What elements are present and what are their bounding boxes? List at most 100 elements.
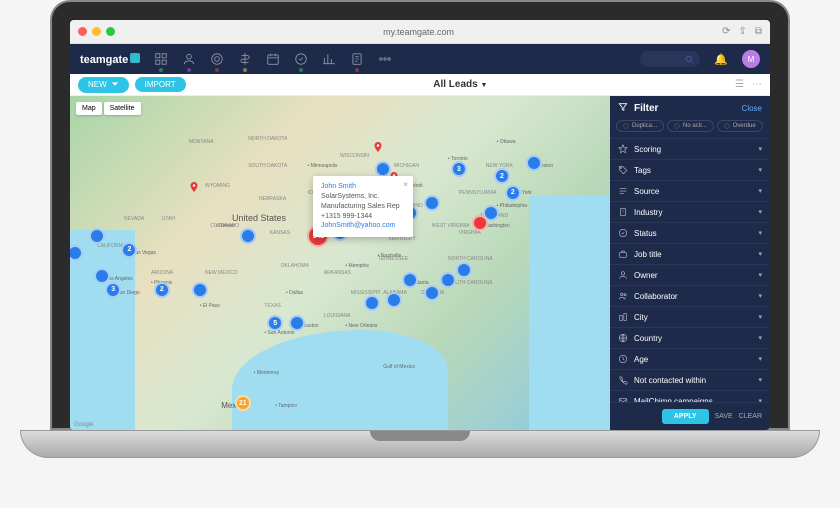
map-cluster-pin[interactable]: 2: [154, 282, 170, 298]
star-icon: [618, 144, 628, 154]
map-canvas[interactable]: Map Satellite United States Mexico Gulf …: [70, 96, 610, 430]
map-cluster-pin[interactable]: 3: [105, 282, 121, 298]
reload-icon[interactable]: ⟳: [722, 26, 730, 37]
new-button[interactable]: NEW: [78, 77, 129, 93]
user-icon: [618, 270, 628, 280]
nav-dashboard-icon[interactable]: [154, 52, 168, 66]
filter-item-owner[interactable]: Owner▾: [610, 264, 770, 285]
search-input[interactable]: [640, 51, 700, 67]
maximize-window-icon[interactable]: [106, 27, 115, 36]
map-cluster-pin[interactable]: [424, 195, 440, 211]
filter-item-not-contacted-within[interactable]: Not contacted within▾: [610, 369, 770, 390]
view-title[interactable]: All Leads ▼: [186, 79, 735, 90]
tabs-icon[interactable]: ⧉: [755, 26, 762, 37]
filter-item-label: Collaborator: [634, 292, 752, 301]
filter-item-scoring[interactable]: Scoring ▾: [610, 138, 770, 159]
close-window-icon[interactable]: [78, 27, 87, 36]
filter-item-label: City: [634, 313, 752, 322]
list-view-icon[interactable]: ☰: [735, 79, 744, 90]
lead-phone: +1315 999-1344: [321, 212, 405, 222]
state-label: NORTH DAKOTA: [248, 136, 287, 142]
map-cluster-pin[interactable]: [440, 272, 456, 288]
mail-icon: [618, 396, 628, 402]
filter-item-age[interactable]: Age▾: [610, 348, 770, 369]
map-cluster-pin[interactable]: [402, 272, 418, 288]
apply-button[interactable]: APPLY: [662, 409, 709, 424]
nav-more-icon[interactable]: [378, 52, 392, 66]
map-cluster-pin[interactable]: [472, 215, 488, 231]
nav-calendar-icon[interactable]: [266, 52, 280, 66]
nav-deals-icon[interactable]: [238, 52, 252, 66]
filter-item-status[interactable]: Status▾: [610, 222, 770, 243]
state-label: ARIZONA: [151, 270, 173, 276]
save-button[interactable]: SAVE: [715, 413, 733, 420]
filter-item-tags[interactable]: Tags▾: [610, 159, 770, 180]
filter-item-country[interactable]: Country▾: [610, 327, 770, 348]
map-cluster-pin[interactable]: 21: [235, 395, 251, 411]
state-label: WISCONSIN: [340, 153, 369, 159]
clear-button[interactable]: CLEAR: [739, 413, 762, 420]
filter-item-source[interactable]: Source▾: [610, 180, 770, 201]
building-icon: [618, 207, 628, 217]
filter-close-link[interactable]: Close: [742, 104, 762, 113]
user-avatar[interactable]: M: [742, 50, 760, 68]
lead-infobox[interactable]: ×John SmithSolarSystems, Inc.Manufacturi…: [313, 176, 413, 237]
map-cluster-pin[interactable]: [89, 228, 105, 244]
chevron-down-icon: ▾: [758, 250, 762, 258]
map-cluster-pin[interactable]: [456, 262, 472, 278]
map-cluster-pin[interactable]: 2: [505, 185, 521, 201]
map-marker-icon[interactable]: [188, 178, 200, 196]
minimize-window-icon[interactable]: [92, 27, 101, 36]
close-icon[interactable]: ×: [403, 179, 408, 190]
filter-panel: Filter Close Duplica...No acti...Overdue…: [610, 96, 770, 430]
map-cluster-pin[interactable]: 2: [121, 242, 137, 258]
map-cluster-pin[interactable]: 2: [494, 168, 510, 184]
address-bar[interactable]: my.teamgate.com: [120, 27, 717, 37]
filter-item-mailchimp-campaigns[interactable]: MailChimp campaigns▾: [610, 390, 770, 402]
city-label: • Philadelphia: [497, 203, 527, 209]
filter-item-industry[interactable]: Industry▾: [610, 201, 770, 222]
filter-item-label: Owner: [634, 271, 752, 280]
filter-item-city[interactable]: City ▾: [610, 306, 770, 327]
notifications-icon[interactable]: 🔔: [714, 53, 728, 66]
state-label: KENTUCKY: [389, 236, 416, 242]
import-button[interactable]: IMPORT: [135, 77, 186, 92]
map-cluster-pin[interactable]: [526, 155, 542, 171]
more-options-icon[interactable]: ⋯: [752, 79, 762, 90]
lead-company: SolarSystems, Inc.: [321, 192, 405, 202]
map-marker-icon[interactable]: [372, 138, 384, 156]
chevron-down-icon: ▾: [758, 292, 762, 300]
gulf-label: Gulf of Mexico: [383, 364, 415, 370]
map-cluster-pin[interactable]: [240, 228, 256, 244]
chevron-down-icon: ▾: [758, 313, 762, 321]
map-cluster-pin[interactable]: [424, 285, 440, 301]
lead-email[interactable]: JohnSmith@yahoo.com: [321, 221, 405, 231]
state-label: MISSISSIPPI: [351, 290, 381, 296]
nav-reports-icon[interactable]: [350, 52, 364, 66]
filter-chip[interactable]: No acti...: [667, 120, 714, 132]
filter-item-collaborator[interactable]: Collaborator ▾: [610, 285, 770, 306]
filter-item-label: Scoring: [634, 145, 752, 154]
brand-logo[interactable]: teamgate: [80, 53, 140, 66]
nav-chart-icon[interactable]: [322, 52, 336, 66]
chevron-down-icon: ▾: [758, 145, 762, 153]
map-cluster-pin[interactable]: [364, 295, 380, 311]
filter-chip[interactable]: Duplica...: [616, 120, 664, 132]
filter-item-job-title[interactable]: Job title▾: [610, 243, 770, 264]
sub-toolbar: NEW IMPORT All Leads ▼ ☰ ⋯: [70, 74, 770, 96]
map-cluster-pin[interactable]: 5: [267, 315, 283, 331]
map-cluster-pin[interactable]: [289, 315, 305, 331]
nav-leads-icon[interactable]: [210, 52, 224, 66]
nav-contacts-icon[interactable]: [182, 52, 196, 66]
share-icon[interactable]: ⇪: [738, 26, 746, 37]
chevron-down-icon: ▾: [758, 187, 762, 195]
map-type-satellite-button[interactable]: Satellite: [104, 102, 141, 115]
lead-role: Manufacturing Sales Rep: [321, 202, 405, 212]
lead-name[interactable]: John Smith: [321, 182, 405, 192]
map-type-map-button[interactable]: Map: [76, 102, 102, 115]
nav-tasks-icon[interactable]: [294, 52, 308, 66]
map-cluster-pin[interactable]: [386, 292, 402, 308]
filter-chip[interactable]: Overdue: [717, 120, 763, 132]
map-cluster-pin[interactable]: 3: [451, 161, 467, 177]
map-cluster-pin[interactable]: [192, 282, 208, 298]
